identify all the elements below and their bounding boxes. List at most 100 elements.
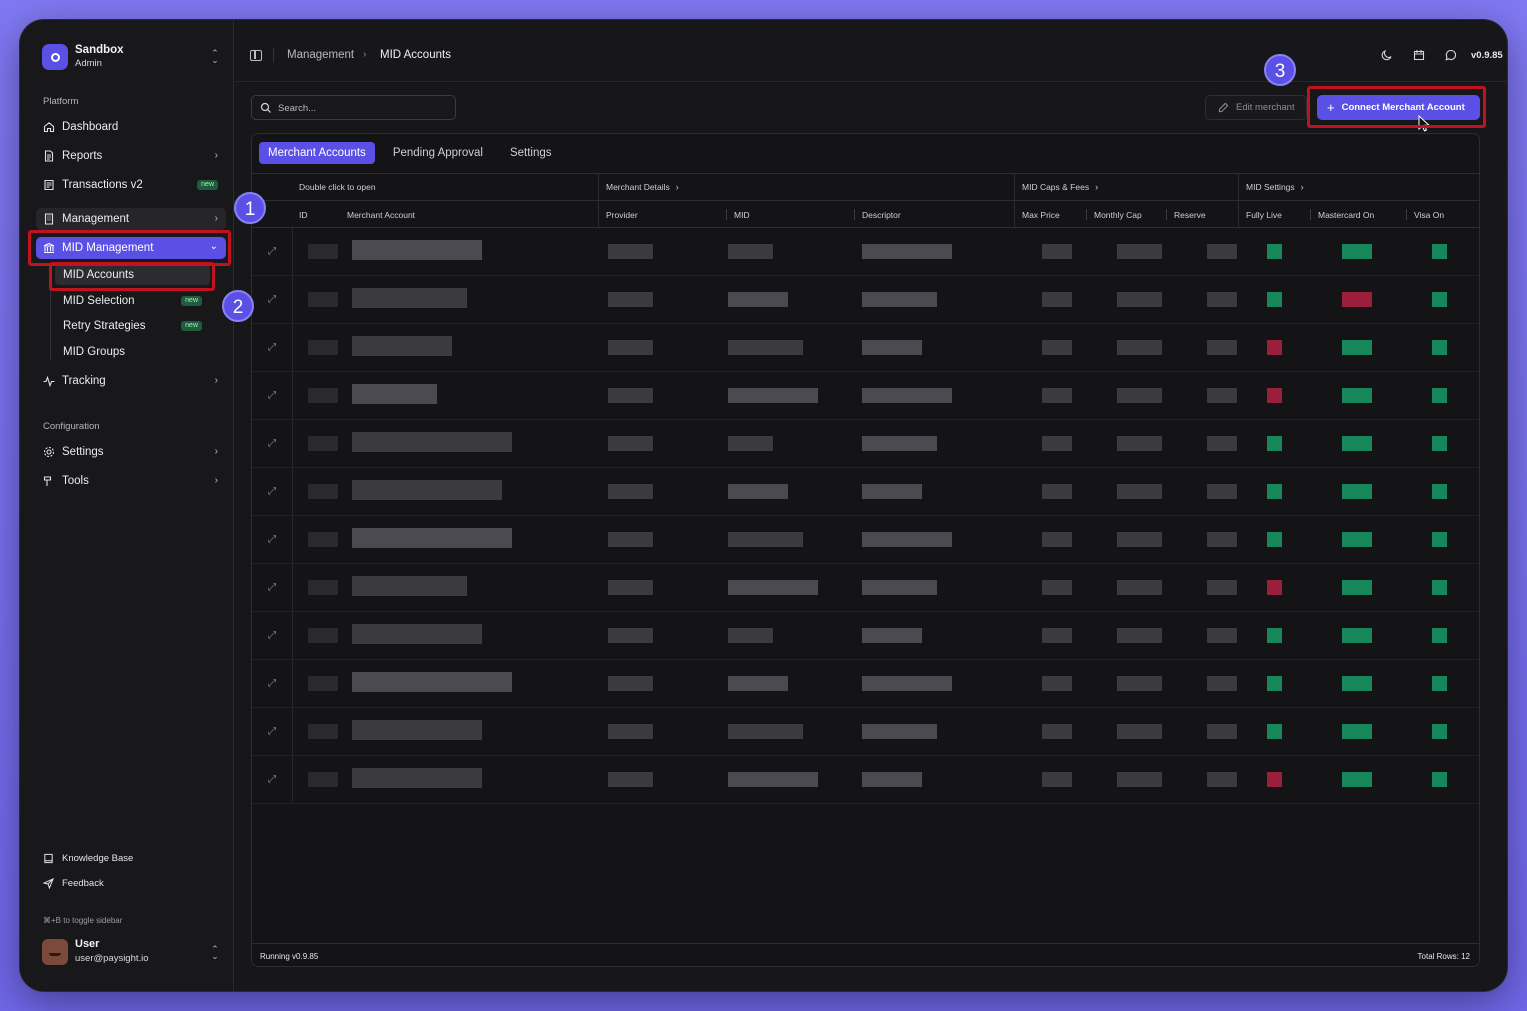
table-row[interactable]: ⤢ [252, 228, 1479, 276]
chevron-up-down-icon: ⌃ ⌄ [211, 944, 219, 961]
column-header-merchant-account[interactable]: Merchant Account [347, 210, 415, 220]
edit-merchant-label: Edit merchant [1236, 102, 1295, 113]
fully-live-indicator [1267, 676, 1282, 691]
chevron-right-icon: › [214, 213, 218, 224]
table-row[interactable]: ⤢ [252, 468, 1479, 516]
redacted-mid [728, 532, 803, 547]
redacted-monthly-cap [1117, 484, 1162, 499]
table-row[interactable]: ⤢ [252, 516, 1479, 564]
chat-icon[interactable] [1445, 49, 1457, 61]
divider [1406, 209, 1407, 220]
expand-row-icon[interactable]: ⤢ [252, 564, 293, 611]
expand-row-icon[interactable]: ⤢ [252, 612, 293, 659]
sidebar-item-settings[interactable]: Settings › [36, 441, 226, 463]
redacted-reserve [1207, 340, 1237, 355]
user-menu[interactable]: User user@paysight.io ⌃ ⌄ [42, 938, 224, 966]
calendar-icon[interactable] [1413, 49, 1425, 61]
expand-row-icon[interactable]: ⤢ [252, 756, 293, 803]
column-header-mid[interactable]: MID [734, 210, 750, 220]
redacted-mid [728, 676, 788, 691]
column-header-visa-on[interactable]: Visa On [1414, 210, 1444, 220]
redacted-merchant-account [352, 384, 437, 404]
redacted-provider [608, 388, 653, 403]
column-header-reserve[interactable]: Reserve [1174, 210, 1206, 220]
sidebar-item-retry-strategies[interactable]: Retry Strategies new [55, 316, 210, 336]
redacted-provider [608, 628, 653, 643]
redacted-max-price [1042, 436, 1072, 451]
group-mid-caps-fees[interactable]: MID Caps & Fees › [1022, 182, 1098, 192]
redacted-mid [728, 292, 788, 307]
expand-row-icon[interactable]: ⤢ [252, 420, 293, 467]
sidebar-item-tools[interactable]: Tools › [36, 470, 226, 492]
knowledge-base-label: Knowledge Base [62, 853, 134, 864]
edit-merchant-button[interactable]: Edit merchant [1205, 95, 1307, 120]
redacted-merchant-account [352, 336, 452, 356]
tab-merchant-accounts[interactable]: Merchant Accounts [259, 142, 375, 164]
expand-row-icon[interactable]: ⤢ [252, 468, 293, 515]
search-input[interactable] [278, 100, 448, 116]
sidebar-item-management[interactable]: Management › [36, 208, 226, 230]
table-row[interactable]: ⤢ [252, 276, 1479, 324]
sidebar-toggle-icon[interactable] [250, 50, 262, 61]
brand-logo-icon [42, 44, 68, 70]
search-box[interactable] [251, 95, 456, 120]
redacted-max-price [1042, 388, 1072, 403]
expand-row-icon[interactable]: ⤢ [252, 372, 293, 419]
column-header-mastercard-on[interactable]: Mastercard On [1318, 210, 1374, 220]
group-mid-settings[interactable]: MID Settings › [1246, 182, 1304, 192]
column-header-monthly-cap[interactable]: Monthly Cap [1094, 210, 1142, 220]
table-row[interactable]: ⤢ [252, 660, 1479, 708]
sidebar-item-reports[interactable]: Reports › [36, 145, 226, 167]
sidebar-item-label: MID Groups [63, 346, 125, 358]
redacted-mid [728, 340, 803, 355]
expand-row-icon[interactable]: ⤢ [252, 660, 293, 707]
moon-icon[interactable] [1381, 49, 1393, 61]
sidebar-item-mid-groups[interactable]: MID Groups [55, 342, 210, 362]
table-row[interactable]: ⤢ [252, 612, 1479, 660]
redacted-monthly-cap [1117, 292, 1162, 307]
sidebar-item-tracking[interactable]: Tracking › [36, 370, 226, 392]
tab-settings[interactable]: Settings [501, 142, 561, 164]
highlight-box-connect-button [1307, 86, 1486, 128]
sidebar-item-mid-selection[interactable]: MID Selection new [55, 291, 210, 311]
table-row[interactable]: ⤢ [252, 324, 1479, 372]
tab-pending-approval[interactable]: Pending Approval [384, 142, 492, 164]
visa-on-indicator [1432, 436, 1447, 451]
column-header-fully-live[interactable]: Fully Live [1246, 210, 1282, 220]
file-icon [43, 150, 55, 162]
expand-row-icon[interactable]: ⤢ [252, 516, 293, 563]
column-header-max-price[interactable]: Max Price [1022, 210, 1060, 220]
table-row[interactable]: ⤢ [252, 564, 1479, 612]
column-header-id[interactable]: ID [299, 210, 308, 220]
sidebar-item-dashboard[interactable]: Dashboard [36, 116, 226, 138]
sidebar-item-label: Management [62, 213, 130, 225]
redacted-provider [608, 484, 653, 499]
table-row[interactable]: ⤢ [252, 372, 1479, 420]
redacted-merchant-account [352, 720, 482, 740]
expand-row-icon[interactable]: ⤢ [252, 228, 293, 275]
knowledge-base-link[interactable]: Knowledge Base [43, 853, 133, 864]
new-badge: new [181, 321, 202, 331]
group-merchant-details[interactable]: Merchant Details › [606, 182, 679, 192]
chevron-right-icon: › [214, 475, 218, 486]
expand-row-icon[interactable]: ⤢ [252, 276, 293, 323]
sidebar-item-label: Tools [62, 475, 89, 487]
redacted-max-price [1042, 340, 1072, 355]
column-header-provider[interactable]: Provider [606, 210, 638, 220]
breadcrumb-management[interactable]: Management [287, 49, 354, 61]
table-row[interactable]: ⤢ [252, 756, 1479, 804]
redacted-provider [608, 436, 653, 451]
chevron-right-icon: › [1095, 182, 1099, 192]
step-marker-1: 1 [234, 192, 266, 224]
table-row[interactable]: ⤢ [252, 420, 1479, 468]
sidebar-item-label: Dashboard [62, 121, 119, 133]
sidebar-item-transactions[interactable]: Transactions v2 new [36, 174, 226, 196]
expand-row-icon[interactable]: ⤢ [252, 708, 293, 755]
workspace-switcher[interactable]: Sandbox Admin ⌃ ⌄ [42, 44, 222, 70]
feedback-link[interactable]: Feedback [43, 878, 104, 889]
expand-row-icon[interactable]: ⤢ [252, 324, 293, 371]
table-row[interactable]: ⤢ [252, 708, 1479, 756]
column-header-descriptor[interactable]: Descriptor [862, 210, 901, 220]
redacted-provider [608, 340, 653, 355]
redacted-reserve [1207, 292, 1237, 307]
